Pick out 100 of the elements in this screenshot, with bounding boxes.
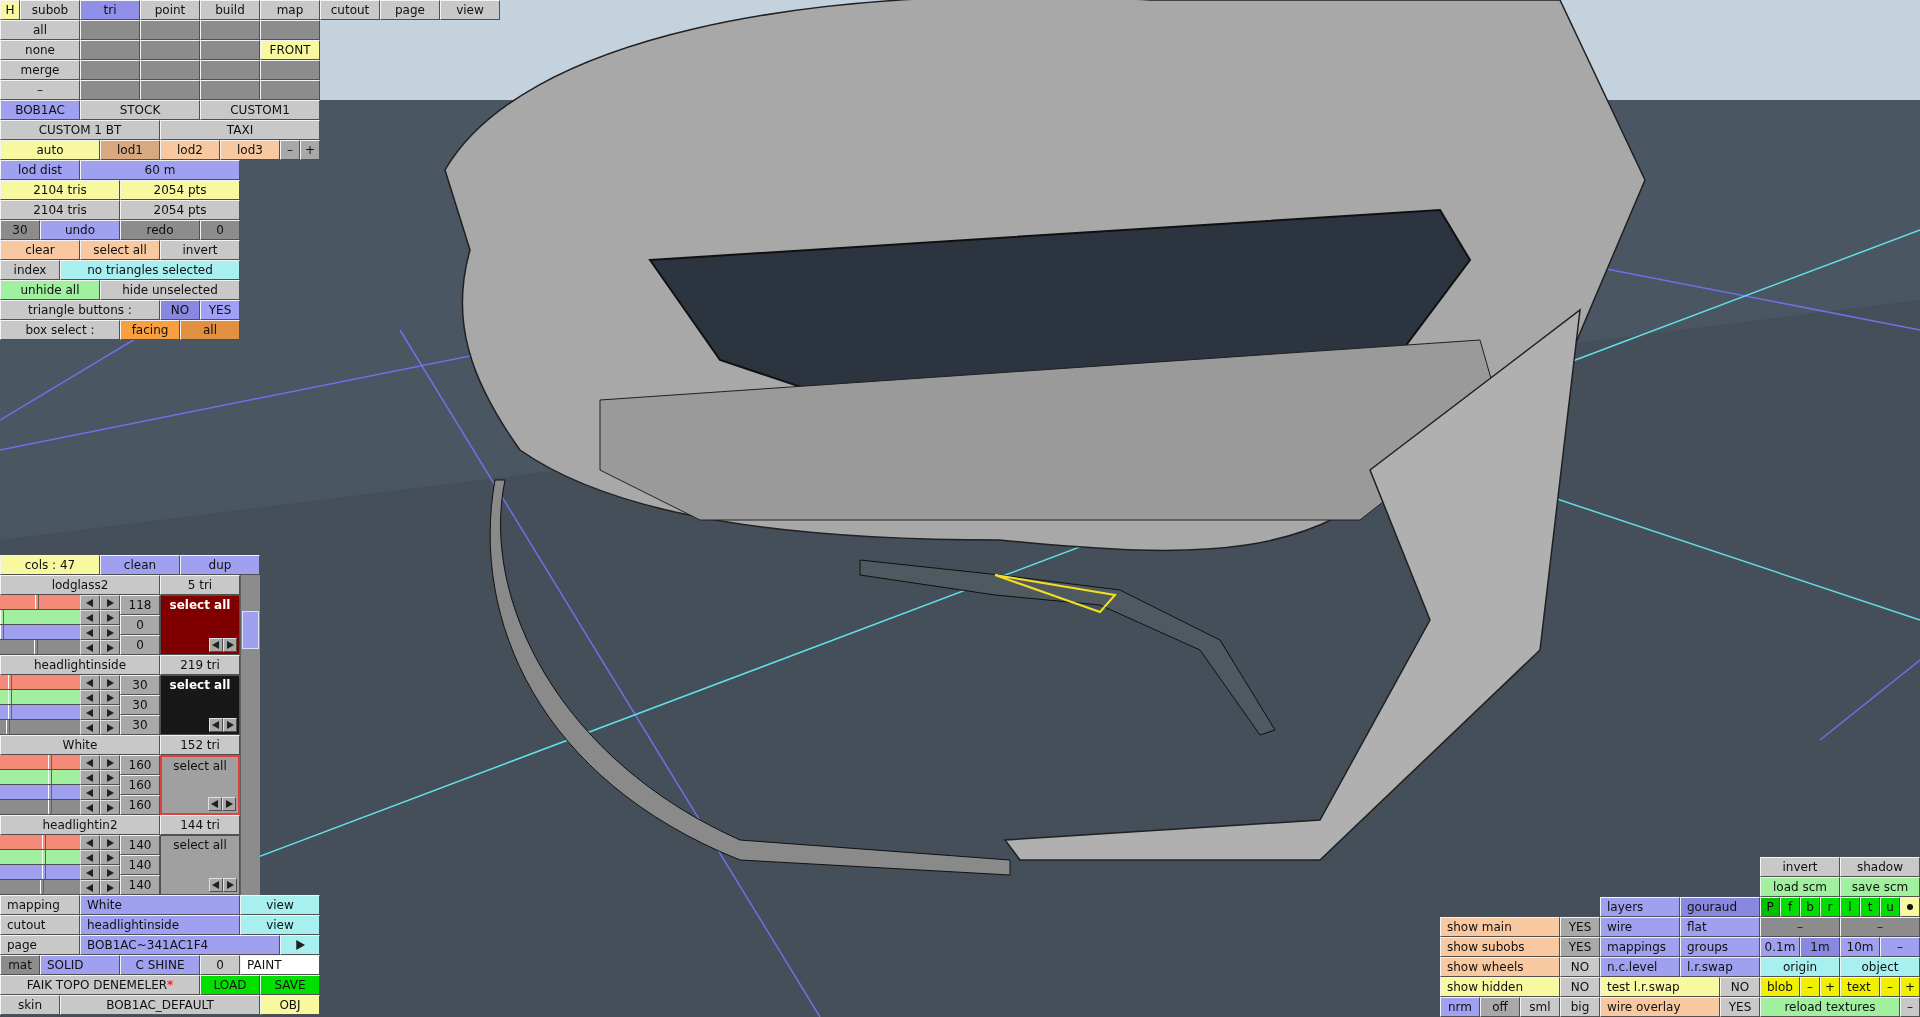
toolbar-button[interactable]: gouraud	[1680, 897, 1760, 917]
toolbar-button[interactable]: 0	[200, 220, 240, 240]
slider-thumb[interactable]	[48, 800, 53, 814]
toolbar-button[interactable]: –	[1760, 917, 1840, 937]
value-field[interactable]: 30	[120, 695, 160, 715]
toolbar-button[interactable]: off	[1480, 997, 1520, 1017]
toolbar-button[interactable]: l	[1840, 897, 1860, 917]
mode-tab[interactable]: build	[200, 0, 260, 20]
toolbar-button[interactable]: b	[1800, 897, 1820, 917]
toolbar-button[interactable]: nrm	[1440, 997, 1480, 1017]
toolbar-button[interactable]: flat	[1680, 917, 1760, 937]
toolbar-button[interactable]: +	[1820, 977, 1840, 997]
slider-thumb[interactable]	[7, 705, 12, 719]
toolbar-button[interactable]: cutout	[0, 915, 80, 935]
slider-thumb[interactable]	[34, 640, 38, 654]
slider-thumb[interactable]	[48, 770, 53, 784]
slider-thumb[interactable]	[48, 785, 53, 799]
mode-tab[interactable]: tri	[80, 0, 140, 20]
blank-button[interactable]	[140, 20, 200, 40]
color-swatch[interactable]: select all	[160, 595, 240, 655]
blank-button[interactable]	[80, 20, 140, 40]
toolbar-button[interactable]: 0	[200, 955, 240, 975]
toolbar-button[interactable]: lod2	[160, 140, 220, 160]
toolbar-button[interactable]: clean	[100, 555, 180, 575]
triangle-count[interactable]: 152 tri	[160, 735, 240, 755]
value-field[interactable]: 30	[120, 675, 160, 695]
toolbar-button[interactable]: wire	[1600, 917, 1680, 937]
triangle-count[interactable]: 219 tri	[160, 655, 240, 675]
value-field[interactable]: 140	[120, 875, 160, 895]
decrease-button[interactable]	[80, 640, 100, 655]
toolbar-button[interactable]: all	[180, 320, 240, 340]
blank-button[interactable]	[140, 60, 200, 80]
toolbar-button[interactable]: triangle buttons :	[0, 300, 160, 320]
toolbar-button[interactable]: l.r.swap	[1680, 957, 1760, 977]
toolbar-button[interactable]: text	[1840, 977, 1880, 997]
next-button[interactable]	[223, 878, 237, 892]
toolbar-button[interactable]: test l.r.swap	[1600, 977, 1720, 997]
toolbar-button[interactable]: YES	[1560, 917, 1600, 937]
blank-button[interactable]	[140, 40, 200, 60]
slider-thumb[interactable]	[7, 690, 12, 704]
increase-button[interactable]	[100, 770, 120, 785]
decrease-button[interactable]	[80, 690, 100, 705]
color-swatch[interactable]: select all	[160, 755, 240, 815]
previous-button[interactable]	[208, 797, 222, 811]
mode-tab[interactable]: page	[380, 0, 440, 20]
increase-button[interactable]	[100, 675, 120, 690]
triangle-count[interactable]: 5 tri	[160, 575, 240, 595]
increase-button[interactable]	[100, 705, 120, 720]
toolbar-button[interactable]: –	[0, 80, 80, 100]
toolbar-button[interactable]: 30	[0, 220, 40, 240]
value-field[interactable]: 140	[120, 855, 160, 875]
toolbar-button[interactable]: none	[0, 40, 80, 60]
toolbar-button[interactable]: redo	[120, 220, 200, 240]
toolbar-button[interactable]: BOB1AC_DEFAULT	[60, 995, 260, 1015]
value-field[interactable]: 30	[120, 715, 160, 735]
blank-button[interactable]	[80, 60, 140, 80]
decrease-button[interactable]	[80, 850, 100, 865]
toolbar-button[interactable]: NO	[160, 300, 200, 320]
toolbar-button[interactable]: shadow	[1840, 857, 1920, 877]
toolbar-button[interactable]: t	[1860, 897, 1880, 917]
toolbar-button[interactable]: 10m	[1840, 937, 1880, 957]
toolbar-button[interactable]: object	[1840, 957, 1920, 977]
toolbar-button[interactable]: PAINT	[240, 955, 320, 975]
toolbar-button[interactable]: P	[1760, 897, 1780, 917]
toolbar-button[interactable]: 2104 tris	[0, 180, 120, 200]
toolbar-button[interactable]: mapping	[0, 895, 80, 915]
value-field[interactable]: 160	[120, 795, 160, 815]
toolbar-button[interactable]: TAXI	[160, 120, 320, 140]
scrollbar-thumb[interactable]	[242, 611, 259, 649]
toolbar-button[interactable]: big	[1560, 997, 1600, 1017]
toolbar-button[interactable]: –	[1880, 977, 1900, 997]
toolbar-button[interactable]: cols : 47	[0, 555, 100, 575]
slider-thumb[interactable]	[0, 610, 5, 624]
blank-button[interactable]	[260, 60, 320, 80]
toolbar-button[interactable]: show hidden	[1440, 977, 1560, 997]
toolbar-button[interactable]: r	[1820, 897, 1840, 917]
toolbar-button[interactable]: CUSTOM 1 BT	[0, 120, 160, 140]
toolbar-button[interactable]: origin	[1760, 957, 1840, 977]
increase-button[interactable]	[100, 835, 120, 850]
value-field[interactable]: 160	[120, 755, 160, 775]
mode-tab[interactable]: cutout	[320, 0, 380, 20]
toolbar-button[interactable]: 2054 pts	[120, 200, 240, 220]
value-field[interactable]: 0	[120, 615, 160, 635]
toolbar-button[interactable]: STOCK	[80, 100, 200, 120]
toolbar-button[interactable]: n.c.level	[1600, 957, 1680, 977]
toolbar-button[interactable]: BOB1AC	[0, 100, 80, 120]
toolbar-button[interactable]: FRONT	[260, 40, 320, 60]
decrease-button[interactable]	[80, 610, 100, 625]
blank-button[interactable]	[140, 80, 200, 100]
toolbar-button[interactable]: White	[80, 895, 240, 915]
blank-button[interactable]	[80, 40, 140, 60]
mode-tab[interactable]: view	[440, 0, 500, 20]
value-field[interactable]: 140	[120, 835, 160, 855]
decrease-button[interactable]	[80, 755, 100, 770]
mode-tab[interactable]: map	[260, 0, 320, 20]
decrease-button[interactable]	[80, 675, 100, 690]
toolbar-button[interactable]: headlightinside	[80, 915, 240, 935]
toolbar-button[interactable]: lod3	[220, 140, 280, 160]
decrease-button[interactable]	[80, 800, 100, 815]
scrollbar[interactable]	[240, 575, 260, 895]
